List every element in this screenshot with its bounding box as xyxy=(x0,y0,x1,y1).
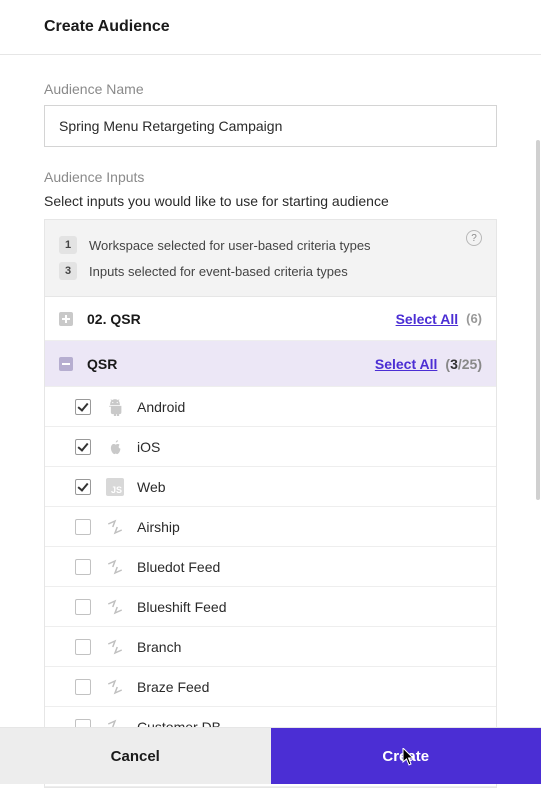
list-item[interactable]: Blueshift Feed xyxy=(45,587,496,627)
scrollbar-thumb[interactable] xyxy=(536,140,540,500)
checkbox[interactable] xyxy=(75,439,91,455)
item-label: Blueshift Feed xyxy=(137,599,227,615)
subgroup-selected: 3 xyxy=(450,356,458,372)
list-item[interactable]: Bluedot Feed xyxy=(45,547,496,587)
subgroup-label: QSR xyxy=(87,356,117,372)
list-item[interactable]: iOS xyxy=(45,427,496,467)
js-icon: JS xyxy=(105,477,125,497)
checkbox[interactable] xyxy=(75,599,91,615)
audience-inputs-label: Audience Inputs xyxy=(44,169,497,185)
feed-icon xyxy=(105,597,125,617)
expand-icon[interactable] xyxy=(59,312,73,326)
workspace-count-badge: 1 xyxy=(59,236,77,254)
list-item[interactable]: Branch xyxy=(45,627,496,667)
inputs-count-badge: 3 xyxy=(59,262,77,280)
checkbox[interactable] xyxy=(75,479,91,495)
page-title: Create Audience xyxy=(44,18,497,36)
checkbox[interactable] xyxy=(75,519,91,535)
checkbox[interactable] xyxy=(75,639,91,655)
modal-footer: Cancel Create xyxy=(0,728,541,784)
summary-row-workspace: 1 Workspace selected for user-based crit… xyxy=(59,232,482,258)
list-item[interactable]: Android xyxy=(45,387,496,427)
item-label: Web xyxy=(137,479,166,495)
item-label: Branch xyxy=(137,639,181,655)
item-label: Airship xyxy=(137,519,180,535)
checkbox[interactable] xyxy=(75,559,91,575)
android-icon xyxy=(105,397,125,417)
audience-name-label: Audience Name xyxy=(44,81,497,97)
subgroup-row[interactable]: QSR Select All (3/25) xyxy=(45,341,496,387)
feed-icon xyxy=(105,677,125,697)
list-item[interactable]: Airship xyxy=(45,507,496,547)
checkbox[interactable] xyxy=(75,399,91,415)
collapse-icon[interactable] xyxy=(59,357,73,371)
subgroup-actions: Select All (3/25) xyxy=(375,356,482,372)
items-list: Android iOS JS Web Airship Bluedot Feed Bluesh… xyxy=(45,387,496,787)
list-item[interactable]: JS Web xyxy=(45,467,496,507)
create-button[interactable]: Create xyxy=(271,728,541,784)
select-all-group-link[interactable]: Select All xyxy=(396,311,459,327)
feed-icon xyxy=(105,637,125,657)
modal-content: Audience Name Audience Inputs Select inp… xyxy=(0,55,541,788)
selection-summary: ? 1 Workspace selected for user-based cr… xyxy=(45,220,496,297)
select-all-subgroup-link[interactable]: Select All xyxy=(375,356,438,372)
inputs-panel: ? 1 Workspace selected for user-based cr… xyxy=(44,219,497,788)
inputs-summary-text: Inputs selected for event-based criteria… xyxy=(89,264,348,279)
item-label: iOS xyxy=(137,439,160,455)
checkbox[interactable] xyxy=(75,679,91,695)
workspace-summary-text: Workspace selected for user-based criter… xyxy=(89,238,371,253)
group-label: 02. QSR xyxy=(87,311,141,327)
group-actions: Select All (6) xyxy=(396,311,482,327)
audience-name-input[interactable] xyxy=(44,105,497,147)
help-icon[interactable]: ? xyxy=(466,230,482,246)
subgroup-count: (3/25) xyxy=(445,356,482,372)
feed-icon xyxy=(105,557,125,577)
item-label: Braze Feed xyxy=(137,679,209,695)
summary-row-inputs: 3 Inputs selected for event-based criter… xyxy=(59,258,482,284)
group-row[interactable]: 02. QSR Select All (6) xyxy=(45,297,496,341)
scrollbar-track[interactable] xyxy=(535,0,541,784)
audience-inputs-description: Select inputs you would like to use for … xyxy=(44,193,497,209)
item-label: Android xyxy=(137,399,185,415)
modal-header: Create Audience xyxy=(0,0,541,55)
item-label: Bluedot Feed xyxy=(137,559,220,575)
list-item[interactable]: Braze Feed xyxy=(45,667,496,707)
apple-icon xyxy=(105,437,125,457)
group-count: (6) xyxy=(466,311,482,326)
feed-icon xyxy=(105,517,125,537)
cancel-button[interactable]: Cancel xyxy=(0,728,271,784)
subgroup-total: 25 xyxy=(462,356,478,372)
